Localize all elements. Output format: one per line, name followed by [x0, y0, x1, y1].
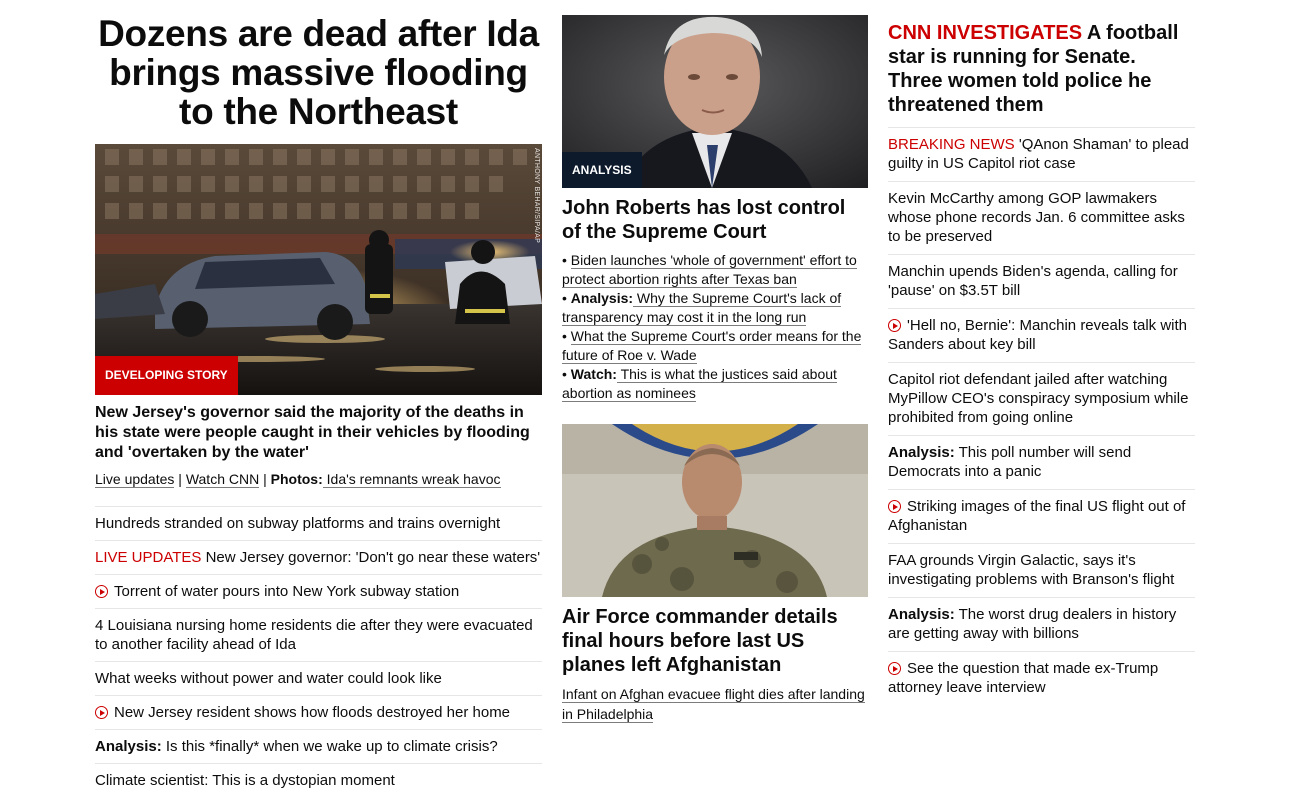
lead-story-column: Dozens are dead after Ida brings massive…	[95, 0, 542, 797]
analysis-badge: ANALYSIS	[562, 152, 642, 188]
roberts-photo[interactable]: ANALYSIS	[562, 15, 868, 188]
list-item[interactable]: Striking images of the final US flight o…	[888, 490, 1195, 544]
breaking-news-kicker: BREAKING NEWS	[888, 136, 1015, 153]
list-item[interactable]: Kevin McCarthy among GOP lawmakers whose…	[888, 182, 1195, 255]
analysis-label: Analysis:	[888, 606, 955, 623]
list-item[interactable]: New Jersey resident shows how floods des…	[95, 696, 542, 730]
list-item[interactable]: Torrent of water pours into New York sub…	[95, 575, 542, 609]
separator: |	[259, 471, 271, 487]
play-video-icon	[888, 319, 901, 332]
list-item[interactable]: BREAKING NEWS 'QAnon Shaman' to plead gu…	[888, 128, 1195, 182]
roberts-story-title[interactable]: John Roberts has lost control of the Sup…	[562, 196, 868, 244]
bullet-item[interactable]: • Biden launches 'whole of government' e…	[562, 251, 868, 289]
air-force-sublink[interactable]: Infant on Afghan evacuee flight dies aft…	[562, 684, 868, 724]
lead-photo[interactable]: ANTHONY BEHAR/SIPA/AP DEVELOPING STORY	[95, 144, 542, 395]
photos-link[interactable]: Ida's remnants wreak havoc	[322, 471, 501, 488]
list-item[interactable]: What weeks without power and water could…	[95, 662, 542, 696]
list-item[interactable]: Analysis: This poll number will send Dem…	[888, 436, 1195, 490]
related-headlines-list: Hundreds stranded on subway platforms an…	[95, 506, 542, 797]
bullet-item[interactable]: • What the Supreme Court's order means f…	[562, 327, 868, 365]
middle-column: ANALYSIS John Roberts has lost control o…	[562, 0, 868, 724]
separator: |	[174, 471, 186, 487]
live-updates-link[interactable]: Live updates	[95, 471, 175, 488]
lead-sublinks: Live updates | Watch CNN | Photos: Ida's…	[95, 469, 542, 489]
list-item[interactable]: Hundreds stranded on subway platforms an…	[95, 507, 542, 541]
bullet-item[interactable]: • Analysis: Why the Supreme Court's lack…	[562, 289, 868, 327]
cnn-investigates-kicker: CNN INVESTIGATES	[888, 22, 1083, 44]
list-item[interactable]: Climate scientist: This is a dystopian m…	[95, 764, 542, 797]
analysis-label: Analysis:	[570, 290, 634, 306]
analysis-label: Analysis:	[888, 444, 955, 461]
air-force-photo[interactable]	[562, 424, 868, 597]
live-updates-kicker: LIVE UPDATES	[95, 549, 202, 566]
list-item[interactable]: Analysis: The worst drug dealers in hist…	[888, 598, 1195, 652]
play-video-icon	[95, 706, 108, 719]
list-item[interactable]: Capitol riot defendant jailed after watc…	[888, 363, 1195, 436]
list-item[interactable]: FAA grounds Virgin Galactic, says it's i…	[888, 544, 1195, 598]
list-item[interactable]: 4 Louisiana nursing home residents die a…	[95, 609, 542, 662]
lead-story-title[interactable]: New Jersey's governor said the majority …	[95, 403, 542, 463]
watch-label: Watch:	[570, 366, 617, 382]
analysis-label: Analysis:	[95, 738, 162, 755]
list-item[interactable]: Analysis: Is this *finally* when we wake…	[95, 730, 542, 764]
air-force-story-title[interactable]: Air Force commander details final hours …	[562, 605, 868, 677]
main-headline[interactable]: Dozens are dead after Ida brings massive…	[95, 14, 542, 131]
roberts-related-links: • Biden launches 'whole of government' e…	[562, 251, 868, 403]
list-item[interactable]: See the question that made ex-Trump atto…	[888, 652, 1195, 705]
watch-cnn-link[interactable]: Watch CNN	[185, 471, 260, 488]
bullet-item[interactable]: • Watch: This is what the justices said …	[562, 365, 868, 403]
list-item[interactable]: 'Hell no, Bernie': Manchin reveals talk …	[888, 309, 1195, 363]
right-headlines-list: BREAKING NEWS 'QAnon Shaman' to plead gu…	[888, 127, 1195, 705]
list-item[interactable]: LIVE UPDATES New Jersey governor: 'Don't…	[95, 541, 542, 575]
photos-label: Photos:	[270, 471, 323, 487]
list-item[interactable]: Manchin upends Biden's agenda, calling f…	[888, 255, 1195, 309]
investigates-headline[interactable]: CNN INVESTIGATES A football star is runn…	[888, 21, 1195, 117]
play-video-icon	[95, 585, 108, 598]
play-video-icon	[888, 662, 901, 675]
developing-story-badge: DEVELOPING STORY	[95, 356, 238, 395]
play-video-icon	[888, 500, 901, 513]
right-column: CNN INVESTIGATES A football star is runn…	[888, 0, 1195, 705]
photo-credit: ANTHONY BEHAR/SIPA/AP	[533, 148, 540, 244]
air-force-commander-image	[562, 424, 868, 597]
